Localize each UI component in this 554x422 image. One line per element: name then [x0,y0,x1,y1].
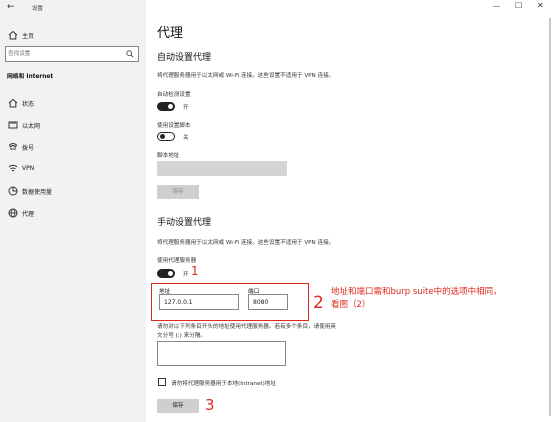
exceptions-desc-line2: 文分号 (;) 来分隔。 [157,333,206,339]
auto-proxy-desc: 将代理服务器用于以太网或 Wi-Fi 连接。这些设置不适用于 VPN 连接。 [157,73,335,79]
sidebar-item-home-label: 主页 [22,33,35,40]
page-title: 代理 [157,26,184,41]
use-proxy-label: 使用代理服务器 [157,258,197,264]
sidebar-item-data-usage[interactable]: 数据使用量 [0,181,146,201]
back-arrow-icon[interactable]: ← [7,2,15,12]
sidebar-item-label: 拨号 [22,145,35,152]
sidebar: ← 设置 主页 网络和 Internet 状态 以太网 拨号 VPN 数据使用量… [0,0,146,422]
auto-detect-toggle[interactable] [157,102,175,111]
sidebar-item-vpn[interactable]: VPN [0,159,146,179]
sidebar-item-ethernet[interactable]: 以太网 [0,115,146,135]
exceptions-desc-line1: 请勿对以下列条目开头的地址使用代理服务器。若有多个条目，请使用英 [157,324,337,330]
manual-save-button[interactable]: 保存 [157,399,199,413]
sidebar-item-label: 数据使用量 [22,189,53,196]
annotation-mark-1: 1 [191,264,199,278]
script-address-field[interactable] [157,161,287,176]
home-icon [8,30,18,40]
window-title: 设置 [32,6,44,12]
maximize-button[interactable]: ☐ [515,1,522,10]
sidebar-item-label: VPN [22,165,35,172]
auto-detect-label: 自动检测设置 [157,92,191,98]
minimize-button[interactable]: — [493,2,500,10]
use-proxy-toggle[interactable] [157,269,175,278]
use-script-label: 使用设置脚本 [157,123,191,129]
close-button[interactable]: ✕ [537,1,544,10]
use-script-state: 关 [183,135,189,141]
sidebar-item-dialup[interactable]: 拨号 [0,137,146,157]
exceptions-textarea[interactable] [157,341,286,366]
manual-proxy-heading: 手动设置代理 [157,218,212,228]
address-input[interactable] [159,294,239,310]
data-usage-icon [8,186,18,196]
annotation-mark-2: 2 [313,293,324,313]
home-status-icon [8,98,18,108]
port-input[interactable] [248,294,288,310]
sidebar-category: 网络和 Internet [7,74,54,80]
auto-save-button[interactable]: 保存 [157,185,199,199]
script-address-label: 脚本地址 [157,153,180,159]
sidebar-item-home[interactable]: 主页 [0,25,146,45]
vpn-icon [8,164,18,172]
sidebar-item-label: 代理 [22,211,35,218]
bypass-local-checkbox[interactable] [158,378,166,386]
ethernet-icon [8,121,18,129]
bypass-local-label: 请勿将代理服务器用于本地(Intranet)地址 [171,381,276,387]
use-proxy-state: 开 [183,272,189,278]
sidebar-item-proxy[interactable]: 代理 [0,203,146,223]
manual-proxy-desc: 将代理服务器用于以太网或 Wi-Fi 连接。这些设置不适用于 VPN 连接。 [157,240,335,246]
sidebar-item-label: 以太网 [22,123,41,130]
dialup-icon [8,143,18,150]
sidebar-item-status[interactable]: 状态 [0,93,146,113]
scrollbar[interactable] [549,18,551,416]
sidebar-item-label: 状态 [22,101,35,108]
search-box[interactable] [5,46,139,62]
annotation-note-line1: 地址和端口需和burp suite中的选项中相同， [331,287,502,297]
search-icon[interactable] [126,50,134,58]
globe-icon [8,208,18,218]
search-input[interactable] [8,49,118,59]
use-script-toggle[interactable] [157,132,175,141]
auto-detect-state: 开 [183,105,189,111]
annotation-mark-3: 3 [205,396,215,414]
annotation-note-line2: 看图（2） [331,300,371,310]
auto-proxy-heading: 自动设置代理 [157,53,212,63]
